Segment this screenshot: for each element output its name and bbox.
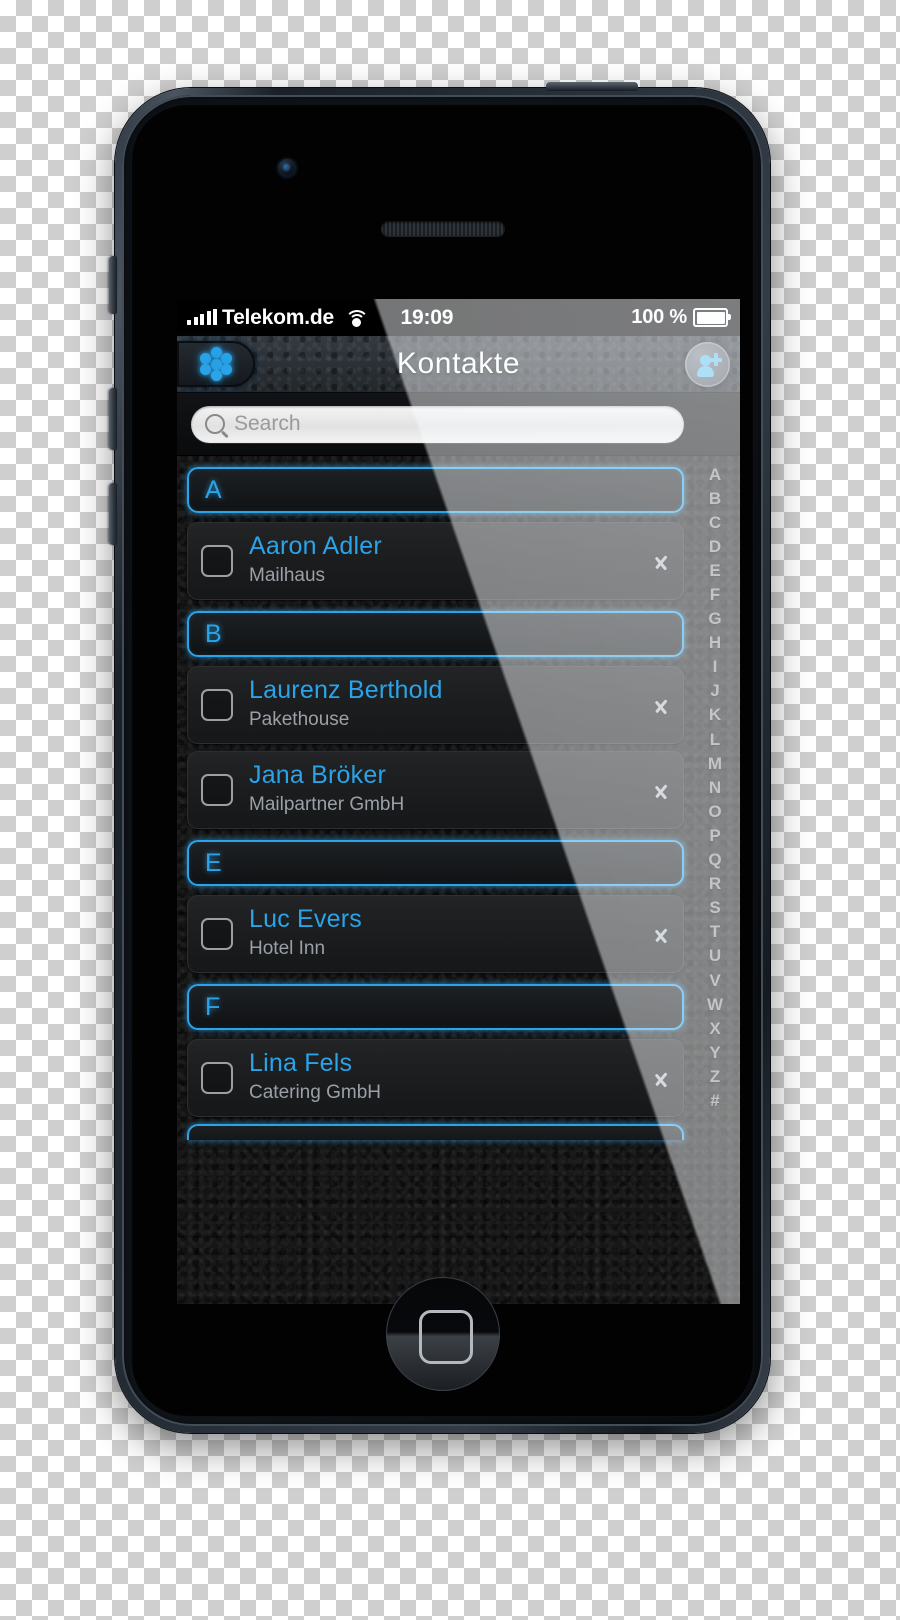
- mute-switch-icon[interactable]: [109, 256, 117, 314]
- status-bar: Telekom.de 19:09 100 %: [177, 299, 740, 336]
- unchecked-box-icon[interactable]: [201, 918, 233, 950]
- alphabet-index[interactable]: A B C D E F G H I J K L M N O P Q R S T U V W X Y Z #: [690, 456, 740, 1304]
- alpha-index-f[interactable]: F: [710, 582, 720, 606]
- contact-company: Pakethouse: [249, 709, 350, 731]
- navigation-bar: Kontakte: [177, 336, 740, 393]
- section-header-e: E: [187, 840, 684, 886]
- section-header-a: A: [187, 467, 684, 513]
- alpha-index-z[interactable]: Z: [710, 1064, 720, 1088]
- unchecked-box-icon[interactable]: [201, 689, 233, 721]
- unchecked-box-icon[interactable]: [201, 545, 233, 577]
- contact-company: Mailhaus: [249, 565, 326, 587]
- chevron-right-icon[interactable]: [655, 922, 668, 947]
- alpha-index-d[interactable]: D: [709, 534, 721, 558]
- alpha-index-e[interactable]: E: [709, 558, 720, 582]
- alpha-index-hash[interactable]: #: [710, 1088, 719, 1112]
- contact-row[interactable]: Jana Bröker Mailpartner GmbH: [187, 751, 684, 829]
- contact-name: Aaron Adler: [249, 532, 382, 561]
- alpha-index-j[interactable]: J: [710, 679, 719, 703]
- chevron-right-icon[interactable]: [655, 693, 668, 718]
- contact-company: Mailpartner GmbH: [249, 794, 405, 816]
- power-button-icon[interactable]: [546, 82, 638, 91]
- status-battery-group: 100 %: [631, 306, 731, 329]
- contact-name: Laurenz Berthold: [249, 676, 443, 705]
- alpha-index-r[interactable]: R: [709, 872, 721, 896]
- search-bar-container: Search: [177, 393, 740, 456]
- phone-screen: Telekom.de 19:09 100 % Kontakte Search A…: [177, 299, 740, 1304]
- alpha-index-i[interactable]: I: [713, 655, 718, 679]
- page-title: Kontakte: [396, 347, 521, 380]
- section-header-partial: [187, 1124, 684, 1140]
- signal-bars-icon: [187, 309, 217, 325]
- contact-row[interactable]: Laurenz Berthold Pakethouse: [187, 666, 684, 744]
- search-icon: [205, 414, 225, 434]
- alpha-index-n[interactable]: N: [709, 775, 721, 799]
- section-header-f: F: [187, 984, 684, 1030]
- section-header-b: B: [187, 611, 684, 657]
- search-input[interactable]: Search: [191, 405, 684, 443]
- contacts-list[interactable]: A Aaron Adler Mailhaus B Laurenz Berthol…: [177, 456, 740, 1304]
- contact-name: Jana Bröker: [249, 761, 386, 790]
- volume-up-button-icon[interactable]: [109, 388, 117, 450]
- flower-cluster-icon: [199, 347, 233, 381]
- contact-name: Lina Fels: [249, 1049, 353, 1078]
- chevron-right-icon[interactable]: [655, 549, 668, 574]
- alpha-index-k[interactable]: K: [709, 703, 721, 727]
- chevron-right-icon[interactable]: [655, 778, 668, 803]
- contact-row[interactable]: Lina Fels Catering GmbH: [187, 1039, 684, 1117]
- section-letter: A: [205, 475, 222, 504]
- alpha-index-w[interactable]: W: [707, 992, 723, 1016]
- volume-down-button-icon[interactable]: [109, 483, 117, 545]
- alpha-index-a[interactable]: A: [709, 462, 721, 486]
- contact-name: Luc Evers: [249, 905, 362, 934]
- unchecked-box-icon[interactable]: [201, 774, 233, 806]
- home-button-square: [418, 1310, 473, 1364]
- earpiece-speaker-icon: [380, 221, 505, 236]
- contact-company: Hotel Inn: [249, 938, 326, 960]
- status-clock: 19:09: [400, 305, 454, 329]
- alpha-index-o[interactable]: O: [708, 799, 721, 823]
- alpha-index-c[interactable]: C: [709, 510, 721, 534]
- alpha-index-y[interactable]: Y: [709, 1040, 720, 1064]
- alpha-index-m[interactable]: M: [708, 751, 722, 775]
- alpha-index-b[interactable]: B: [709, 486, 721, 510]
- contact-text: Aaron Adler Mailhaus: [249, 532, 655, 589]
- contact-text: Jana Bröker Mailpartner GmbH: [249, 761, 655, 818]
- alpha-index-t[interactable]: T: [710, 920, 720, 944]
- contact-row[interactable]: Aaron Adler Mailhaus: [187, 522, 684, 600]
- alpha-index-h[interactable]: H: [709, 631, 721, 655]
- home-button-icon[interactable]: [385, 1277, 500, 1391]
- contacts-content: Search A Aaron Adler Mailhaus B Laurenz …: [177, 393, 740, 1304]
- battery-percent-label: 100 %: [631, 306, 687, 328]
- battery-full-icon: [693, 308, 731, 327]
- unchecked-box-icon[interactable]: [201, 1062, 233, 1094]
- section-letter: E: [205, 848, 222, 877]
- wifi-icon: [344, 309, 369, 327]
- contact-row[interactable]: Luc Evers Hotel Inn: [187, 895, 684, 973]
- carrier-label: Telekom.de: [222, 305, 334, 329]
- device-bezel: Telekom.de 19:09 100 % Kontakte Search A…: [131, 104, 754, 1417]
- iphone-device: Telekom.de 19:09 100 % Kontakte Search A…: [109, 82, 770, 1433]
- contact-text: Luc Evers Hotel Inn: [249, 905, 655, 962]
- contact-text: Laurenz Berthold Pakethouse: [249, 676, 655, 733]
- search-placeholder: Search: [234, 412, 301, 435]
- alpha-index-u[interactable]: U: [709, 944, 721, 968]
- section-letter: B: [205, 619, 222, 648]
- contact-company: Catering GmbH: [249, 1082, 381, 1104]
- alpha-index-p[interactable]: P: [709, 823, 720, 847]
- alpha-index-g[interactable]: G: [708, 607, 721, 631]
- alpha-index-x[interactable]: X: [709, 1016, 720, 1040]
- groups-button[interactable]: [177, 341, 255, 387]
- add-contact-button[interactable]: [685, 342, 730, 387]
- alpha-index-s[interactable]: S: [709, 896, 720, 920]
- alpha-index-q[interactable]: Q: [708, 848, 721, 872]
- contact-text: Lina Fels Catering GmbH: [249, 1049, 655, 1106]
- add-contact-icon: [696, 352, 722, 377]
- front-camera-icon: [277, 159, 296, 177]
- section-letter: F: [205, 992, 221, 1021]
- alpha-index-l[interactable]: L: [710, 727, 720, 751]
- chevron-right-icon[interactable]: [655, 1066, 668, 1091]
- alpha-index-v[interactable]: V: [709, 968, 720, 992]
